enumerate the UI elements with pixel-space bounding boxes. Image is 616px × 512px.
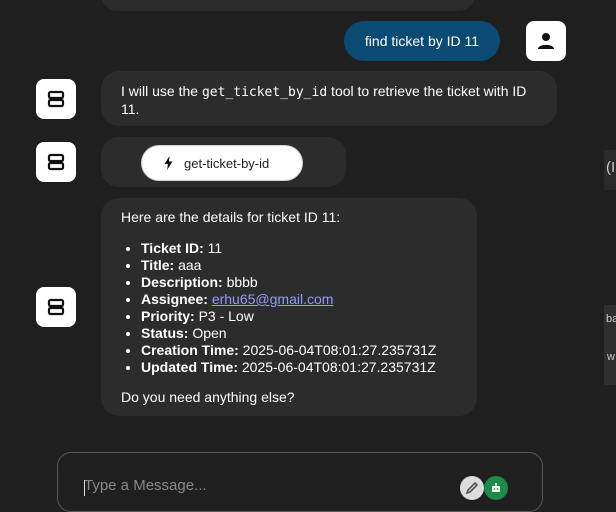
ticket-field-priority: Priority: P3 - Low xyxy=(141,308,511,325)
user-avatar xyxy=(526,21,566,61)
tool-call-bubble: get-ticket-by-id xyxy=(101,137,346,187)
side-panel-fragment: (I xyxy=(604,150,616,190)
previous-message-bubble xyxy=(101,0,475,11)
ticket-field-description: Description: bbbb xyxy=(141,274,511,291)
ticket-field-assignee: Assignee: erhu65@gmail.com xyxy=(141,291,511,308)
assistant-avatar xyxy=(36,287,76,327)
message-input[interactable] xyxy=(84,477,444,494)
ticket-field-list: Ticket ID: 11 Title: aaa Description: bb… xyxy=(101,240,511,376)
ticket-field-id: Ticket ID: 11 xyxy=(141,240,511,257)
ticket-field-updated-time: Updated Time: 2025-06-04T08:01:27.235731… xyxy=(141,359,511,376)
send-button[interactable] xyxy=(484,476,508,500)
assistant-avatar xyxy=(36,79,76,119)
ticket-field-creation-time: Creation Time: 2025-06-04T08:01:27.23573… xyxy=(141,342,511,359)
assistant-intro-text: I will use the get_ticket_by_id tool to … xyxy=(121,83,527,117)
details-heading: Here are the details for ticket ID 11: xyxy=(121,209,341,225)
text-caret xyxy=(84,480,85,496)
attach-button[interactable] xyxy=(460,476,484,500)
robot-icon xyxy=(47,90,65,108)
tool-name-code: get_ticket_by_id xyxy=(201,85,328,100)
ticket-details-bubble: Here are the details for ticket ID 11: T… xyxy=(101,198,477,416)
robot-icon xyxy=(47,153,65,171)
side-panel-fragment: ba w xyxy=(604,305,616,385)
user-message-bubble: find ticket by ID 11 xyxy=(344,21,500,61)
robot-icon xyxy=(47,298,65,316)
person-icon xyxy=(538,33,554,49)
message-composer xyxy=(57,452,543,512)
tool-call-chip[interactable]: get-ticket-by-id xyxy=(141,145,303,181)
user-message-text: find ticket by ID 11 xyxy=(364,33,480,49)
ticket-field-title: Title: aaa xyxy=(141,257,511,274)
assistant-message-bubble: I will use the get_ticket_by_id tool to … xyxy=(101,71,557,126)
lightning-icon xyxy=(164,156,174,170)
ticket-field-status: Status: Open xyxy=(141,325,511,342)
tool-call-label: get-ticket-by-id xyxy=(184,155,270,171)
assistant-avatar xyxy=(36,142,76,182)
assignee-email-link[interactable]: erhu65@gmail.com xyxy=(212,291,334,307)
followup-question: Do you need anything else? xyxy=(121,389,295,405)
